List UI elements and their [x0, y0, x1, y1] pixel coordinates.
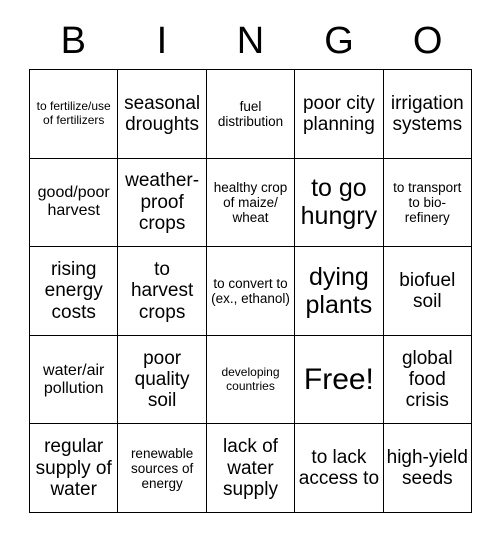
bingo-cell[interactable]: rising energy costs	[30, 247, 119, 336]
bingo-cell[interactable]: global food crisis	[383, 335, 472, 425]
bingo-cell-label: to go hungry	[300, 174, 378, 231]
bingo-cell-label: irrigation systems	[390, 92, 464, 135]
bingo-cell-label: poor quality soil	[134, 347, 190, 412]
bingo-cell-label: to convert to (ex., ethanol)	[211, 275, 290, 306]
bingo-cell-label: regular supply of water	[35, 436, 112, 500]
bingo-cell-label: to transport to bio-refinery	[393, 179, 462, 225]
bingo-cell[interactable]: poor quality soil	[118, 335, 207, 425]
bingo-cell[interactable]: water/air pollution	[30, 335, 119, 425]
bingo-cell[interactable]: to harvest crops	[118, 247, 207, 336]
bingo-cell-label: rising energy costs	[44, 259, 103, 323]
bingo-cell[interactable]: fuel distribution	[206, 70, 296, 159]
bingo-grid: to fertilize/use of fertilizers seasonal …	[29, 69, 472, 513]
header-letter-b: B	[60, 20, 86, 62]
bingo-cell-label: dying plants	[305, 262, 373, 319]
bingo-cell-label: renewable sources of energy	[130, 445, 194, 491]
bingo-cell[interactable]: to convert to (ex., ethanol)	[206, 247, 296, 336]
bingo-cell[interactable]: high-yield seeds	[383, 424, 472, 513]
bingo-cell-label: lack of water supply	[223, 436, 278, 500]
bingo-cell-label: biofuel soil	[399, 269, 456, 312]
header-letter-g: G	[324, 20, 354, 62]
bingo-cell-label: weather-proof crops	[125, 170, 200, 235]
bingo-cell[interactable]: to fertilize/use of fertilizers	[30, 70, 119, 159]
bingo-cell[interactable]: healthy crop of maize/ wheat	[206, 158, 296, 248]
bingo-cell[interactable]: to lack access to	[295, 424, 384, 513]
bingo-cell[interactable]: lack of water supply	[206, 424, 296, 513]
bingo-cell[interactable]: poor city planning	[295, 70, 384, 159]
bingo-cell[interactable]: to go hungry	[295, 158, 384, 248]
bingo-cell-free[interactable]: Free!	[295, 335, 384, 425]
bingo-cell[interactable]: good/poor harvest	[30, 158, 119, 248]
header-letter-o: O	[412, 20, 443, 62]
bingo-cell-label: to lack access to	[298, 446, 380, 490]
bingo-cell[interactable]: seasonal droughts	[118, 70, 207, 159]
bingo-cell[interactable]: biofuel soil	[383, 247, 472, 336]
bingo-cell-label: good/poor harvest	[37, 184, 110, 220]
bingo-cell-label: Free!	[303, 362, 374, 396]
bingo-cell-label: seasonal droughts	[124, 92, 201, 135]
header-letter-n: N	[236, 20, 265, 62]
bingo-cell[interactable]: regular supply of water	[30, 424, 119, 513]
bingo-cell[interactable]: dying plants	[295, 247, 384, 336]
bingo-cell-label: global food crisis	[401, 347, 453, 412]
bingo-cell-label: water/air pollution	[43, 361, 105, 397]
bingo-cell-label: to harvest crops	[130, 259, 194, 323]
bingo-cell-label: fuel distribution	[217, 98, 284, 129]
bingo-cell[interactable]: developing countries	[206, 335, 296, 425]
bingo-cell-label: to fertilize/use of fertilizers	[36, 99, 111, 127]
bingo-cell-label: healthy crop of maize/ wheat	[213, 179, 288, 225]
bingo-cell-label: developing countries	[221, 365, 280, 393]
bingo-cell-label: high-yield seeds	[386, 446, 468, 490]
bingo-cell[interactable]: to transport to bio-refinery	[383, 158, 472, 248]
bingo-cell[interactable]: irrigation systems	[383, 70, 472, 159]
bingo-cell[interactable]: weather-proof crops	[118, 158, 207, 248]
bingo-card: B I N G O to fertilize/use of fertilizer…	[0, 0, 500, 544]
bingo-cell[interactable]: renewable sources of energy	[118, 424, 207, 513]
bingo-header: B I N G O	[29, 14, 472, 69]
header-letter-i: I	[156, 20, 168, 62]
bingo-cell-label: poor city planning	[302, 92, 375, 135]
